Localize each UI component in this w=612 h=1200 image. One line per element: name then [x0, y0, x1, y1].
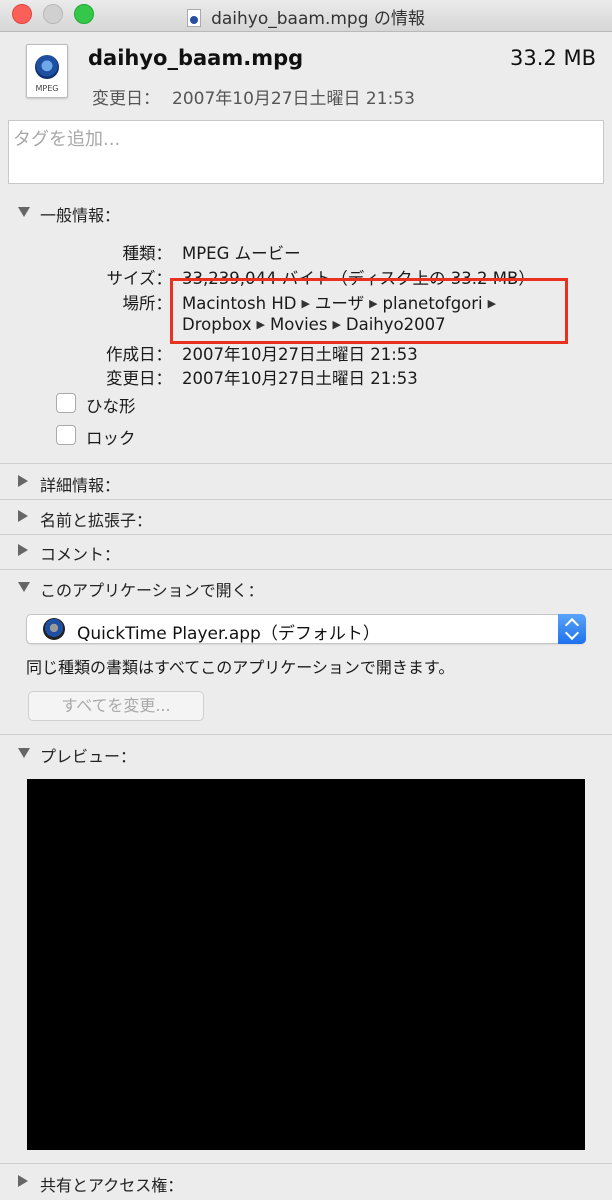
disclosure-closed-icon[interactable]	[18, 544, 28, 556]
file-icon-label: MPEG	[35, 84, 59, 93]
section-general-header[interactable]: 一般情報：	[0, 202, 612, 226]
quicktime-icon	[43, 618, 65, 640]
modified-row-label: 変更日：	[106, 369, 172, 388]
open-with-app-popup[interactable]: QuickTime Player.app（デフォルト）	[26, 614, 586, 644]
file-size: 33.2 MB	[510, 46, 596, 70]
locked-label: ロック	[86, 429, 136, 448]
open-with-app-name: QuickTime Player.app（デフォルト）	[77, 624, 380, 644]
kind-label: 種類：	[122, 244, 173, 263]
section-name-ext-title: 名前と拡張子：	[40, 511, 153, 530]
where-label: 場所：	[122, 294, 173, 313]
section-more-info-title: 詳細情報：	[40, 476, 121, 495]
section-preview-header[interactable]: プレビュー：	[0, 743, 612, 767]
kind-value: MPEG ムービー	[182, 244, 301, 263]
tags-field[interactable]	[8, 120, 604, 184]
divider	[0, 499, 612, 500]
section-open-with-title: このアプリケーションで開く：	[40, 581, 264, 600]
file-name: daihyo_baam.mpg	[88, 46, 304, 70]
modified-row-value: 2007年10月27日土曜日 21:53	[182, 369, 418, 388]
video-preview[interactable]	[27, 779, 585, 1150]
window-title: daihyo_baam.mpg の情報	[211, 9, 425, 29]
divider	[0, 534, 612, 535]
section-comments-header[interactable]: コメント：	[0, 541, 612, 565]
section-sharing-title: 共有とアクセス権：	[40, 1176, 184, 1195]
modified-value: 2007年10月27日土曜日 21:53	[172, 89, 415, 109]
annotation-highlight-box	[170, 278, 568, 344]
size-label: サイズ：	[106, 269, 172, 288]
disclosure-closed-icon[interactable]	[18, 475, 28, 487]
stationery-label: ひな形	[86, 397, 136, 416]
section-comments-title: コメント：	[40, 545, 121, 564]
section-general-title: 一般情報：	[40, 206, 121, 225]
divider	[0, 734, 612, 735]
disclosure-open-icon[interactable]	[18, 207, 30, 217]
created-value: 2007年10月27日土曜日 21:53	[182, 345, 418, 364]
open-with-note: 同じ種類の書類はすべてこのアプリケーションで開きます。	[26, 658, 455, 677]
title-bar: daihyo_baam.mpg の情報	[0, 0, 612, 32]
tags-input[interactable]	[9, 121, 603, 157]
quicktime-file-icon	[187, 9, 202, 27]
divider	[0, 463, 612, 464]
modified-label: 変更日：	[92, 89, 160, 109]
window-title-wrap: daihyo_baam.mpg の情報	[0, 4, 612, 29]
change-all-button[interactable]: すべてを変更...	[28, 691, 204, 721]
disclosure-open-icon[interactable]	[18, 582, 30, 592]
quicktime-icon	[35, 55, 59, 79]
disclosure-open-icon[interactable]	[18, 748, 30, 758]
locked-checkbox[interactable]	[56, 425, 76, 445]
section-open-with-header[interactable]: このアプリケーションで開く：	[0, 577, 612, 601]
divider	[0, 569, 612, 570]
disclosure-closed-icon[interactable]	[18, 510, 28, 522]
section-name-ext-header[interactable]: 名前と拡張子：	[0, 507, 612, 531]
divider	[0, 1163, 612, 1164]
created-label: 作成日：	[106, 345, 172, 364]
section-more-info-header[interactable]: 詳細情報：	[0, 472, 612, 496]
chevron-up-down-icon[interactable]	[558, 614, 586, 644]
section-sharing-header[interactable]: 共有とアクセス権：	[0, 1172, 612, 1196]
movie-file-icon: MPEG	[26, 44, 68, 98]
stationery-checkbox[interactable]	[56, 393, 76, 413]
disclosure-closed-icon[interactable]	[18, 1175, 28, 1187]
section-preview-title: プレビュー：	[40, 747, 137, 766]
